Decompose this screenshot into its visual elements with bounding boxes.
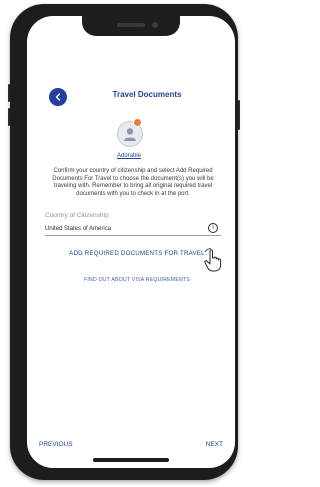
camera — [152, 22, 158, 28]
home-indicator[interactable] — [93, 458, 169, 462]
phone-frame: Travel Documents Adorable Confirm your c… — [8, 4, 240, 480]
arrow-left-icon — [55, 93, 61, 101]
volume-up-button — [8, 84, 10, 102]
notification-badge — [133, 118, 142, 127]
hand-pointer-icon — [204, 248, 222, 272]
info-icon[interactable]: i — [208, 223, 218, 233]
user-icon — [124, 128, 136, 141]
page-title: Travel Documents — [112, 90, 182, 99]
back-button[interactable] — [49, 88, 67, 106]
volume-down-button — [8, 108, 10, 126]
citizenship-field[interactable]: United States of America — [45, 226, 215, 232]
notch — [82, 16, 180, 36]
previous-button[interactable]: PREVIOUS — [39, 441, 73, 448]
instructions-text: Confirm your country of citizenship and … — [52, 168, 214, 197]
traveler-name-link[interactable]: Adorable — [97, 153, 161, 159]
citizenship-label: Country of Citizenship — [45, 212, 109, 219]
visa-requirements-link[interactable]: FIND OUT ABOUT VISA REQUIREMENTS — [47, 277, 227, 283]
power-button — [238, 100, 240, 130]
speaker — [117, 23, 145, 27]
app-screen: Travel Documents Adorable Confirm your c… — [27, 16, 235, 468]
next-button[interactable]: NEXT — [206, 441, 223, 448]
citizenship-field-underline — [45, 235, 221, 236]
